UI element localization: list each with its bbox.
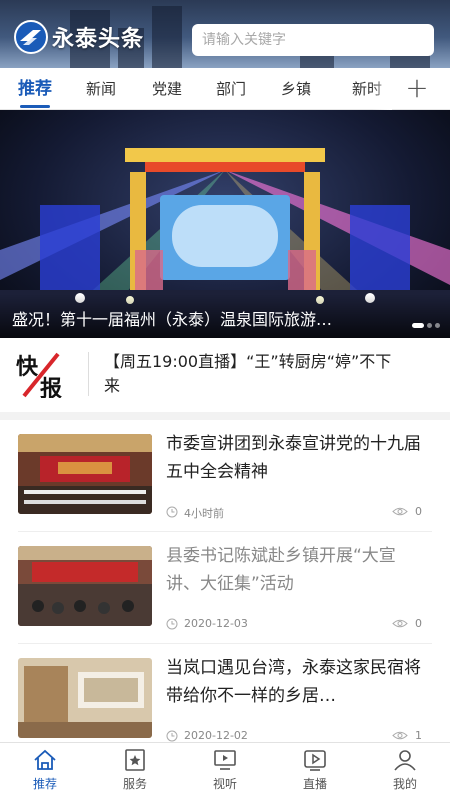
nav-recommend[interactable]: 推荐 bbox=[15, 749, 75, 799]
news-time: 2020-12-02 bbox=[184, 729, 248, 742]
banner-title[interactable]: 盛况！第十一届福州（永泰）温泉国际旅游… bbox=[12, 306, 432, 330]
user-icon bbox=[394, 750, 416, 771]
search-input[interactable] bbox=[202, 32, 424, 48]
play-screen-icon bbox=[304, 750, 326, 771]
search-bar[interactable] bbox=[192, 24, 434, 56]
news-meta: 2020-12-02 1 bbox=[166, 728, 422, 742]
carousel-dot bbox=[427, 323, 432, 328]
flash-news-text[interactable]: 【周五19:00直播】“王”转厨房“婷”不下来 bbox=[104, 350, 404, 398]
nav-audiovisual[interactable]: 视听 bbox=[195, 749, 255, 799]
news-thumbnail bbox=[18, 546, 152, 626]
app-header: 永泰头条 bbox=[0, 0, 450, 68]
app-name: 永泰头条 bbox=[52, 27, 145, 52]
home-icon bbox=[34, 749, 56, 770]
news-item[interactable]: 当岚口遇见台湾，永泰这家民宿将带给你不一样的乡居… 2020-12-02 1 bbox=[0, 644, 450, 742]
tab-townships[interactable]: 乡镇 bbox=[281, 68, 311, 110]
tv-icon bbox=[214, 750, 236, 770]
clock-icon bbox=[166, 730, 178, 742]
nav-profile[interactable]: 我的 bbox=[375, 749, 435, 799]
nav-label: 推荐 bbox=[32, 777, 57, 791]
clock-icon bbox=[166, 506, 178, 518]
tab-departments[interactable]: 部门 bbox=[216, 68, 246, 110]
news-list: 市委宣讲团到永泰宣讲党的十九届五中全会精神 4小时前 0 县委书记陈斌赴乡镇开展… bbox=[0, 420, 450, 742]
plus-icon[interactable]: + bbox=[402, 74, 432, 104]
eye-icon bbox=[392, 619, 408, 628]
flash-news-logo: 快 报 bbox=[16, 352, 62, 398]
eye-icon bbox=[392, 507, 408, 516]
news-thumbnail bbox=[18, 434, 152, 514]
nav-services[interactable]: 服务 bbox=[105, 749, 165, 799]
nav-live[interactable]: 直播 bbox=[285, 749, 345, 799]
star-square-icon bbox=[125, 749, 145, 771]
tab-recommend[interactable]: 推荐 bbox=[18, 68, 52, 110]
news-views: 0 bbox=[415, 505, 422, 518]
news-time: 4小时前 bbox=[184, 507, 224, 520]
featured-banner[interactable]: 盛况！第十一届福州（永泰）温泉国际旅游… bbox=[0, 110, 450, 338]
news-meta: 4小时前 0 bbox=[166, 504, 422, 520]
carousel-dot-active bbox=[412, 323, 424, 328]
app-logo: 永泰头条 bbox=[14, 20, 144, 54]
tab-party-building[interactable]: 党建 bbox=[152, 68, 182, 110]
eye-icon bbox=[392, 731, 408, 740]
clock-icon bbox=[166, 618, 178, 630]
bottom-navigation: 推荐 服务 视听 直播 我的 bbox=[0, 742, 450, 800]
carousel-dots bbox=[412, 323, 440, 328]
news-thumbnail bbox=[18, 658, 152, 738]
news-views: 0 bbox=[415, 617, 422, 630]
nav-label: 视听 bbox=[212, 777, 237, 791]
news-views: 1 bbox=[415, 729, 422, 742]
svg-text:快: 快 bbox=[16, 355, 39, 380]
svg-text:报: 报 bbox=[40, 377, 62, 398]
news-item[interactable]: 县委书记陈斌赴乡镇开展“大宣讲、大征集”活动 2020-12-03 0 bbox=[0, 532, 450, 644]
news-meta: 2020-12-03 0 bbox=[166, 616, 422, 632]
carousel-dot bbox=[435, 323, 440, 328]
nav-label: 我的 bbox=[392, 777, 417, 791]
logo-mark-icon bbox=[14, 20, 48, 54]
nav-label: 直播 bbox=[302, 777, 327, 791]
flash-news[interactable]: 快 报 【周五19:00直播】“王”转厨房“婷”不下来 bbox=[0, 338, 450, 412]
nav-label: 服务 bbox=[122, 777, 147, 791]
news-title[interactable]: 当岚口遇见台湾，永泰这家民宿将带给你不一样的乡居… bbox=[166, 654, 428, 710]
category-tabs: 推荐 新闻 党建 部门 乡镇 新时 + bbox=[0, 68, 450, 110]
news-item[interactable]: 市委宣讲团到永泰宣讲党的十九届五中全会精神 4小时前 0 bbox=[0, 420, 450, 532]
news-title[interactable]: 县委书记陈斌赴乡镇开展“大宣讲、大征集”活动 bbox=[166, 542, 428, 598]
news-time: 2020-12-03 bbox=[184, 617, 248, 630]
news-title[interactable]: 市委宣讲团到永泰宣讲党的十九届五中全会精神 bbox=[166, 430, 428, 486]
tab-news[interactable]: 新闻 bbox=[86, 68, 116, 110]
